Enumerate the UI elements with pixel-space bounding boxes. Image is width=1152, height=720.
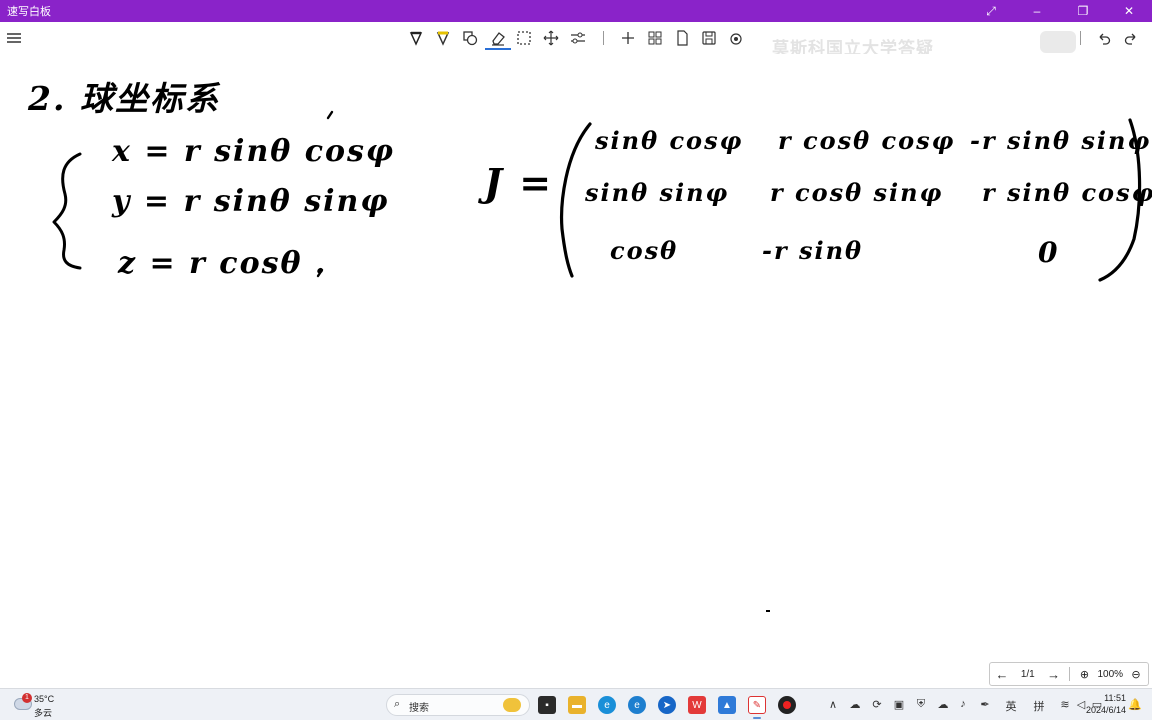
taskbar-clock[interactable]: 11:51 2024/6/14 — [1082, 692, 1126, 716]
weather-widget[interactable]: 1 35°C 多云 — [12, 692, 72, 718]
window-title: 速写白板 — [7, 6, 51, 18]
drawing-canvas[interactable]: 2. 球坐标系 x = r sinθ cosφ y = r sinθ sinφ … — [0, 54, 1152, 688]
move-icon[interactable] — [540, 26, 562, 50]
whiteboard-app: 速写白板 ⤢ – ❐ ✕ 莫斯科国立大学答疑 2. 球坐标系 x = r sin… — [0, 0, 1152, 720]
ink-equation-z: z = r cosθ . — [118, 246, 328, 281]
watermark-logo-icon — [1040, 31, 1076, 53]
toolbar: 莫斯科国立大学答疑 — [0, 22, 1152, 58]
edge-dev-icon[interactable]: e — [628, 696, 646, 714]
photos-icon[interactable]: ▲ — [718, 696, 736, 714]
weather-condition: 多云 — [34, 708, 53, 718]
ime-language[interactable]: 英 — [1004, 698, 1018, 714]
edge-icon[interactable]: e — [598, 696, 616, 714]
start-button[interactable] — [358, 697, 374, 713]
page-indicator: 1/1 — [1020, 668, 1035, 680]
matrix-cell-1-2: r cosθ cosφ — [778, 126, 956, 155]
highlighter-icon[interactable] — [432, 26, 454, 50]
search-icon: ⌕ — [394, 698, 401, 710]
matrix-cell-3-1: cosθ — [610, 236, 679, 265]
matrix-cell-2-3: r sinθ cosφ — [982, 178, 1152, 207]
clock-time: 11:51 — [1104, 693, 1126, 703]
ink-dot — [766, 610, 770, 612]
page-icon[interactable] — [671, 26, 693, 50]
tray-app-icon[interactable]: ▣ — [892, 698, 906, 711]
weather-badge: 1 — [22, 693, 32, 703]
next-page-button[interactable]: → — [1042, 667, 1066, 682]
search-highlight-icon — [503, 698, 521, 712]
task-view-icon[interactable]: ▪ — [538, 696, 556, 714]
save-icon[interactable] — [698, 26, 720, 50]
export-icon[interactable] — [725, 26, 747, 50]
prev-page-button[interactable]: ← — [990, 667, 1014, 682]
taskbar-search[interactable]: ⌕ 搜索 — [386, 694, 530, 716]
onedrive-icon[interactable]: ☁ — [848, 698, 862, 711]
minimize-button[interactable]: – — [1014, 0, 1060, 22]
undo-icon[interactable] — [1093, 26, 1115, 50]
active-app-indicator — [753, 717, 761, 719]
taskbar: 1 35°C 多云 ⌕ 搜索 ▪ ▬ e e ➤ W ▲ ✎ ∧ ☁ ⟳ ▣ ⛨… — [0, 688, 1152, 720]
pen-tray-icon[interactable]: ✒ — [978, 698, 992, 711]
ime-mode[interactable]: 拼 — [1032, 698, 1046, 714]
matrix-cell-1-1: sinθ cosφ — [595, 126, 744, 155]
shapes-icon[interactable] — [459, 26, 481, 50]
clock-date: 2024/6/14 — [1085, 705, 1126, 715]
redo-icon[interactable] — [1120, 26, 1142, 50]
maximize-button[interactable]: ❐ — [1060, 0, 1106, 22]
title-bar: 速写白板 ⤢ – ❐ ✕ — [0, 0, 1152, 22]
ink-jacobian-label: J = — [484, 160, 554, 205]
sync-icon[interactable]: ⟳ — [870, 698, 884, 711]
close-button[interactable]: ✕ — [1106, 0, 1152, 22]
wifi-icon[interactable]: ≋ — [1058, 698, 1072, 711]
recorder-icon[interactable] — [778, 696, 796, 714]
ink-equation-y: y = r sinθ sinφ — [112, 184, 390, 219]
lasso-select-icon[interactable] — [513, 26, 535, 50]
weather-temp: 35°C — [34, 694, 55, 704]
eraser-icon[interactable] — [487, 26, 509, 50]
ink-heading: 2. 球坐标系 — [28, 79, 220, 118]
cloud-sync-icon[interactable]: ☁ — [936, 698, 950, 711]
search-placeholder: 搜索 — [409, 703, 429, 714]
matrix-cell-1-3: -r sinθ sinφ — [970, 126, 1152, 155]
page-navigator: ← 1/1 → ⊕ 100% ⊖ — [989, 662, 1149, 686]
zoom-out-icon[interactable]: ⊖ — [1124, 668, 1148, 681]
matrix-cell-3-2: -r sinθ — [762, 236, 864, 265]
active-tool-indicator — [485, 48, 511, 50]
toolbar-divider — [1080, 31, 1081, 45]
ink-equation-x: x = r sinθ cosφ — [112, 134, 396, 169]
toolbar-divider — [603, 31, 604, 45]
grid-icon[interactable] — [644, 26, 666, 50]
matrix-cell-2-1: sinθ sinφ — [585, 178, 730, 207]
matrix-cell-2-2: r cosθ sinφ — [770, 178, 944, 207]
add-icon[interactable] — [617, 26, 639, 50]
notification-bell-icon[interactable]: 🔔 — [1128, 698, 1142, 711]
matrix-cell-3-3: 0 — [1038, 236, 1060, 269]
adjust-icon[interactable] — [567, 26, 589, 50]
zoom-in-icon[interactable]: ⊕ — [1072, 668, 1096, 681]
pagenav-divider — [1068, 667, 1070, 681]
chevron-up-icon[interactable]: ∧ — [826, 698, 840, 711]
fullscreen-icon[interactable]: ⤢ — [968, 0, 1014, 22]
microphone-icon[interactable]: ♪ — [956, 698, 970, 710]
menu-icon[interactable] — [3, 26, 25, 50]
shield-icon[interactable]: ⛨ — [914, 698, 928, 711]
feishu-icon[interactable]: ➤ — [658, 696, 676, 714]
wps-icon[interactable]: W — [688, 696, 706, 714]
zoom-level: 100% — [1097, 668, 1124, 680]
whiteboard-app-icon[interactable]: ✎ — [748, 696, 766, 714]
file-explorer-icon[interactable]: ▬ — [568, 696, 586, 714]
pen-icon[interactable] — [405, 26, 427, 50]
